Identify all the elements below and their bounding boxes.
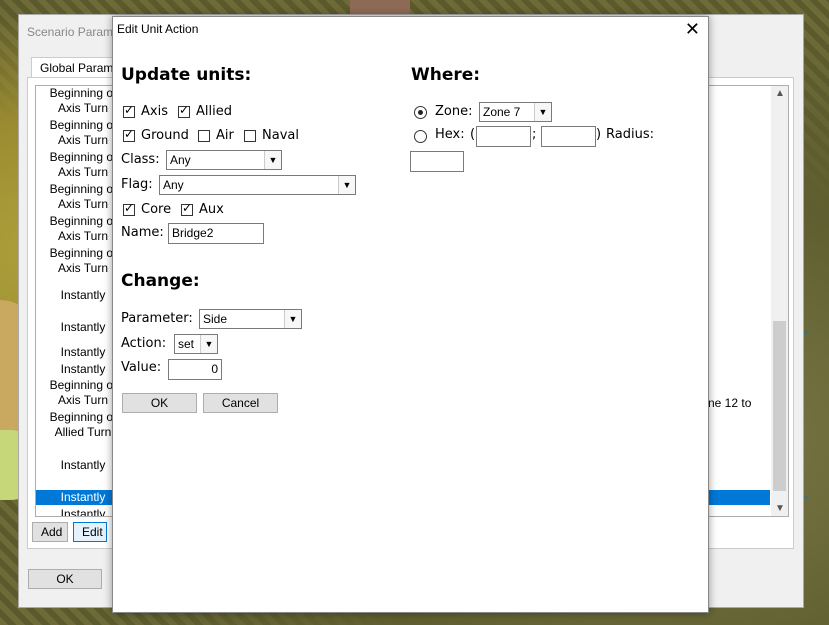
hex-y-input[interactable] xyxy=(541,126,596,147)
chevron-down-icon: ▼ xyxy=(284,310,301,328)
hex-radio[interactable] xyxy=(414,130,427,143)
chevron-down-icon: ▼ xyxy=(200,335,217,353)
flag-label: Flag: xyxy=(121,177,153,192)
hex-open-paren: ( xyxy=(470,127,476,142)
list-scrollbar[interactable]: ▲ ▼ xyxy=(771,86,788,516)
dialog-title: Edit Unit Action xyxy=(117,22,199,36)
value-label: Value: xyxy=(121,360,162,375)
scroll-down-arrow-icon[interactable]: ▼ xyxy=(775,503,785,514)
aux-label: Aux xyxy=(199,202,224,217)
radius-input[interactable] xyxy=(410,151,464,172)
where-heading: Where: xyxy=(411,65,481,85)
zone-select[interactable]: Zone 7 ▼ xyxy=(479,102,552,122)
chevron-down-icon: ▼ xyxy=(338,176,355,194)
core-label: Core xyxy=(141,202,172,217)
zone-radio[interactable] xyxy=(414,106,427,119)
list-description-text: ne 12 to xyxy=(708,396,752,410)
zone-select-value: Zone 7 xyxy=(483,105,521,119)
chevron-down-icon: ▼ xyxy=(534,103,551,121)
ok-button[interactable]: OK xyxy=(122,393,197,413)
air-checkbox[interactable] xyxy=(198,130,210,142)
hex-x-input[interactable] xyxy=(476,126,531,147)
name-input[interactable]: Bridge2 xyxy=(168,223,264,244)
naval-checkbox[interactable] xyxy=(244,130,256,142)
air-label: Air xyxy=(216,128,234,143)
hex-label: Hex: xyxy=(435,127,465,142)
ok-button-background[interactable]: OK xyxy=(28,569,102,589)
edit-unit-action-dialog: Edit Unit Action ✕ Update units: Axis Al… xyxy=(112,16,709,613)
edit-button[interactable]: Edit xyxy=(73,522,107,542)
scenario-params-title: Scenario Params xyxy=(27,25,120,39)
hex-close-paren: ) xyxy=(596,127,602,142)
scroll-thumb[interactable] xyxy=(773,321,786,491)
parameter-label: Parameter: xyxy=(121,311,193,326)
aux-checkbox[interactable] xyxy=(181,201,193,216)
flag-select-value: Any xyxy=(163,178,184,192)
scroll-up-arrow-icon[interactable]: ▲ xyxy=(775,88,785,99)
change-heading: Change: xyxy=(121,271,200,291)
class-label: Class: xyxy=(121,152,160,167)
action-select-value: set xyxy=(178,337,195,351)
value-input[interactable]: 0 xyxy=(168,359,222,380)
zone-label: Zone: xyxy=(435,104,473,119)
action-select[interactable]: set ▼ xyxy=(174,334,218,354)
ground-label: Ground xyxy=(141,128,189,143)
core-checkbox[interactable] xyxy=(123,201,135,216)
action-label: Action: xyxy=(121,336,167,351)
add-button[interactable]: Add xyxy=(32,522,68,542)
class-select[interactable]: Any ▼ xyxy=(166,150,282,170)
name-label: Name: xyxy=(121,225,164,240)
axis-checkbox[interactable] xyxy=(123,103,135,118)
allied-label: Allied xyxy=(196,104,232,119)
radius-label: Radius: xyxy=(606,127,654,142)
flag-select[interactable]: Any ▼ xyxy=(159,175,356,195)
allied-checkbox[interactable] xyxy=(178,103,190,118)
axis-label: Axis xyxy=(141,104,168,119)
parameter-select[interactable]: Side ▼ xyxy=(199,309,302,329)
close-icon[interactable]: ✕ xyxy=(685,19,700,40)
class-select-value: Any xyxy=(170,153,191,167)
naval-label: Naval xyxy=(262,128,299,143)
chevron-down-icon: ▼ xyxy=(264,151,281,169)
cancel-button[interactable]: Cancel xyxy=(203,393,278,413)
ground-checkbox[interactable] xyxy=(123,127,135,142)
hex-separator: ; xyxy=(532,127,537,142)
parameter-select-value: Side xyxy=(203,312,228,326)
update-units-heading: Update units: xyxy=(121,65,252,85)
